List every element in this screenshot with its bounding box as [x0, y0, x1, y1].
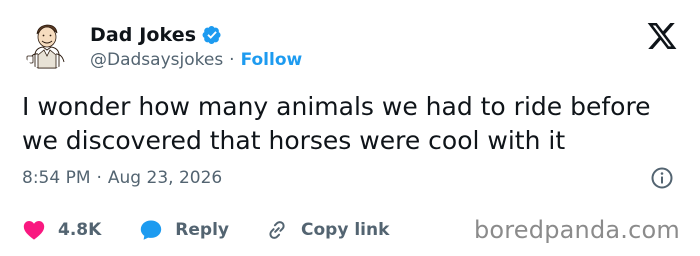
timestamp-separator: ·	[96, 168, 102, 188]
author-name-row: Dad Jokes	[90, 22, 222, 48]
copy-link-button[interactable]: Copy link	[265, 218, 389, 242]
follow-button[interactable]: Follow	[241, 50, 303, 70]
speech-bubble-icon	[139, 218, 163, 242]
watermark: boredpanda.com	[473, 216, 680, 244]
author-handle[interactable]: @Dadsaysjokes	[90, 50, 223, 70]
tweet-text-line: I wonder how many animals we had to ride…	[22, 92, 651, 121]
like-count: 4.8K	[58, 220, 102, 240]
tweet-time[interactable]: 8:54 PM	[22, 168, 91, 188]
tweet-text: I wonder how many animals we had to ride…	[22, 90, 682, 158]
tweet-date[interactable]: Aug 23, 2026	[108, 168, 222, 188]
divider	[22, 205, 682, 206]
tweet-timestamp-row: 8:54 PM · Aug 23, 2026	[22, 166, 222, 190]
avatar-illustration-icon	[22, 20, 72, 70]
tweet-actions: 4.8K Reply Copy link	[22, 216, 389, 244]
info-icon[interactable]	[650, 166, 674, 190]
heart-icon	[22, 218, 46, 242]
link-icon	[265, 218, 289, 242]
tweet-text-line: we discovered that horses were cool with…	[22, 126, 566, 155]
x-logo-icon[interactable]	[646, 20, 678, 52]
author-handle-row: @Dadsaysjokes · Follow	[90, 48, 302, 72]
author-display-name[interactable]: Dad Jokes	[90, 24, 196, 46]
copy-link-label: Copy link	[301, 220, 390, 240]
handle-separator: ·	[229, 50, 235, 70]
avatar[interactable]	[22, 20, 72, 70]
reply-button[interactable]: Reply	[139, 218, 229, 242]
like-button[interactable]: 4.8K	[22, 218, 101, 242]
reply-label: Reply	[175, 220, 229, 240]
tweet-card: Dad Jokes @Dadsaysjokes · Follow I wonde…	[0, 0, 700, 256]
verified-badge-icon	[202, 25, 222, 45]
